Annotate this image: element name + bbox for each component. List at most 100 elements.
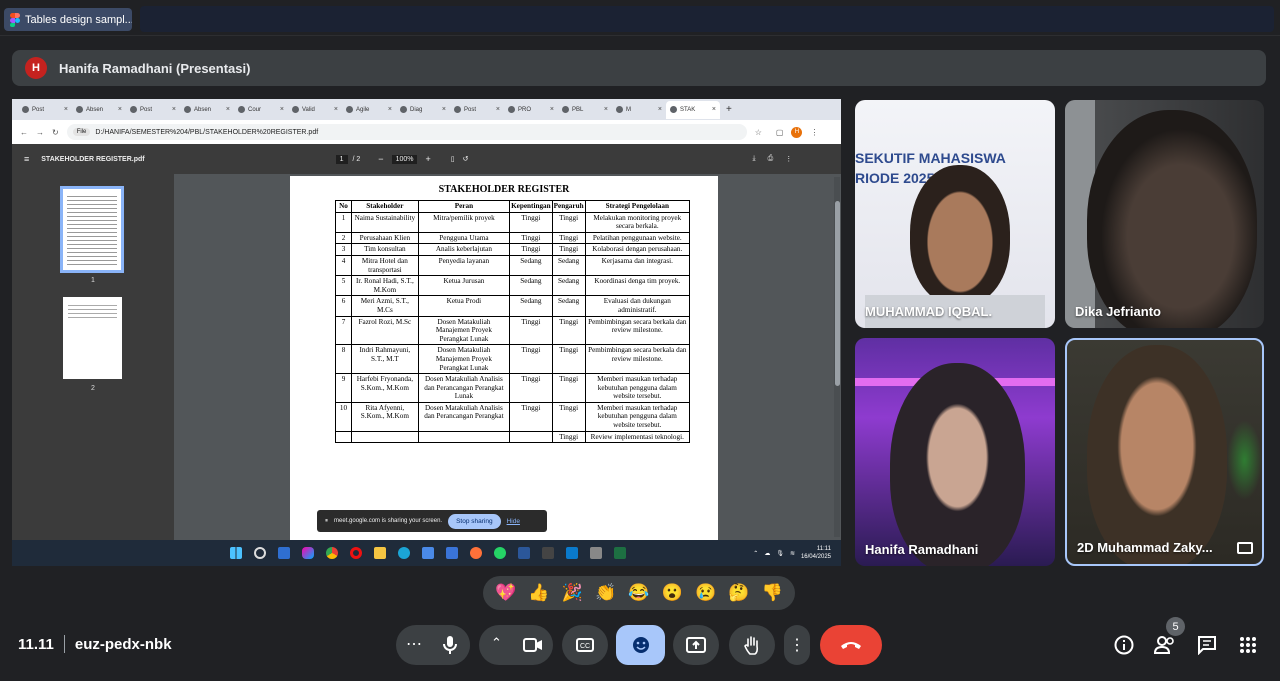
pip-icon[interactable] [1237, 542, 1253, 554]
word-icon[interactable] [518, 547, 530, 559]
browser-tab[interactable]: M × [612, 101, 666, 119]
participant-tile-iqbal[interactable]: SEKUTIF MAHASISWA RIODE 2025 MUHAMMAD IQ… [855, 100, 1055, 328]
tray-cloud-icon[interactable]: ☁ [764, 550, 770, 557]
activities-button[interactable] [1236, 633, 1260, 657]
page-number-input[interactable]: 1 [335, 154, 348, 164]
thumbnail-page-2[interactable] [63, 297, 122, 379]
close-tab-icon[interactable]: × [118, 106, 122, 113]
vscode-icon[interactable] [566, 547, 578, 559]
reaction-button[interactable]: 👎 [762, 583, 783, 603]
terminal-icon[interactable] [542, 547, 554, 559]
browser-tab[interactable]: Post × [126, 101, 180, 119]
close-tab-icon[interactable]: × [442, 106, 446, 113]
profile-avatar[interactable]: H [791, 126, 803, 138]
participant-tile-zaky[interactable]: 2D Muhammad Zaky... [1065, 338, 1264, 566]
reload-icon[interactable]: ↻ [52, 128, 59, 137]
meeting-code[interactable]: euz-pedx-nbk [75, 636, 172, 653]
download-icon[interactable]: ⤓ [752, 155, 755, 163]
address-bar[interactable]: File D:/HANIFA/SEMESTER%204/PBL/STAKEHOL… [66, 124, 747, 140]
copilot-icon[interactable] [302, 547, 314, 559]
taskbar-date[interactable]: 16/04/2025 [801, 553, 831, 561]
tray-chevron-icon[interactable]: ⌃ [753, 550, 758, 557]
star-icon[interactable]: ☆ [755, 128, 762, 137]
taskbar-time[interactable]: 11:11 [801, 545, 831, 553]
info-button[interactable] [1112, 633, 1136, 657]
reaction-button[interactable]: 😂 [628, 583, 649, 603]
captions-button[interactable]: CC [562, 625, 608, 665]
edge-icon[interactable] [398, 547, 410, 559]
audio-options-icon[interactable]: ⋯ [406, 634, 422, 654]
hide-link[interactable]: Hide [507, 518, 520, 525]
browser-tab[interactable]: Valid × [288, 101, 342, 119]
thumbnail-page-1[interactable] [60, 186, 124, 273]
reaction-button[interactable]: 👍 [528, 583, 549, 603]
firefox-icon[interactable] [470, 547, 482, 559]
browser-tab[interactable]: STAK × [666, 100, 720, 119]
zoom-level[interactable]: 100% [391, 154, 418, 164]
reaction-button[interactable]: 🎉 [562, 583, 583, 603]
leave-call-button[interactable] [820, 625, 882, 665]
figma-tab[interactable]: Tables design sampl... [4, 8, 132, 31]
calculator-icon[interactable] [446, 547, 458, 559]
forward-icon[interactable]: → [36, 128, 44, 137]
new-tab-icon[interactable]: + [726, 104, 732, 115]
raise-hand-button[interactable] [729, 625, 775, 665]
folder-icon[interactable] [374, 547, 386, 559]
close-tab-icon[interactable]: × [172, 106, 176, 113]
opera-icon[interactable] [350, 547, 362, 559]
participant-tile-hanifa[interactable]: Hanifa Ramadhani [855, 338, 1055, 566]
reaction-button[interactable]: 💖 [495, 583, 516, 603]
camera-button[interactable] [513, 625, 553, 665]
reaction-button[interactable]: 😮 [662, 583, 683, 603]
reaction-button[interactable]: 😢 [695, 583, 716, 603]
search-icon[interactable] [254, 547, 266, 559]
reaction-button[interactable]: 👏 [595, 583, 616, 603]
tray-mic-icon[interactable]: 🎙 [776, 550, 784, 557]
rotate-icon[interactable]: ↺ [463, 155, 469, 163]
browser-tab[interactable]: PBL × [558, 101, 612, 119]
pdf-scroll-thumb[interactable] [835, 201, 840, 386]
close-tab-icon[interactable]: × [496, 106, 500, 113]
close-tab-icon[interactable]: × [388, 106, 392, 113]
pdf-menu-icon[interactable]: ≡ [24, 154, 29, 164]
whatsapp-icon[interactable] [494, 547, 506, 559]
windows-start-icon[interactable] [230, 547, 242, 559]
zoom-in-icon[interactable]: + [425, 154, 430, 164]
store-icon[interactable] [422, 547, 434, 559]
browser-tab[interactable]: Post × [18, 101, 72, 119]
close-tab-icon[interactable]: × [712, 106, 716, 113]
excel-icon[interactable] [614, 547, 626, 559]
browser-tab[interactable]: Absen × [72, 101, 126, 119]
chat-button[interactable] [1195, 633, 1219, 657]
browser-menu-icon[interactable]: ⋮ [810, 128, 818, 137]
print-icon[interactable]: ⎙ [768, 155, 774, 163]
present-button[interactable] [673, 625, 719, 665]
browser-tab[interactable]: Agile × [342, 101, 396, 119]
participant-tile-dika[interactable]: Dika Jefrianto [1065, 100, 1264, 328]
back-icon[interactable]: ← [20, 128, 28, 137]
reaction-button[interactable]: 🤔 [728, 583, 749, 603]
close-tab-icon[interactable]: × [64, 106, 68, 113]
more-options-button[interactable]: ⋮ [784, 625, 810, 665]
browser-tab[interactable]: Post × [450, 101, 504, 119]
chrome-icon[interactable] [326, 547, 338, 559]
emoji-button[interactable] [616, 625, 665, 665]
zoom-out-icon[interactable]: − [378, 154, 383, 164]
close-tab-icon[interactable]: × [334, 106, 338, 113]
extensions-icon[interactable]: ▢ [776, 128, 784, 137]
browser-tab[interactable]: PRO × [504, 101, 558, 119]
close-tab-icon[interactable]: × [280, 106, 284, 113]
close-tab-icon[interactable]: × [550, 106, 554, 113]
browser-tab[interactable]: Diag × [396, 101, 450, 119]
browser-tab[interactable]: Absen × [180, 101, 234, 119]
video-options-icon[interactable]: ⌃ [491, 635, 502, 651]
fit-page-icon[interactable]: ▯ [451, 155, 455, 163]
close-tab-icon[interactable]: × [226, 106, 230, 113]
browser-tab[interactable]: Cour × [234, 101, 288, 119]
taskview-icon[interactable] [278, 547, 290, 559]
app-icon[interactable] [590, 547, 602, 559]
tray-wifi-icon[interactable]: ≋ [790, 550, 795, 557]
mic-button[interactable] [430, 625, 470, 665]
drag-handle-icon[interactable]: ⏸ [325, 518, 328, 525]
pdf-more-icon[interactable]: ⋮ [785, 155, 792, 163]
